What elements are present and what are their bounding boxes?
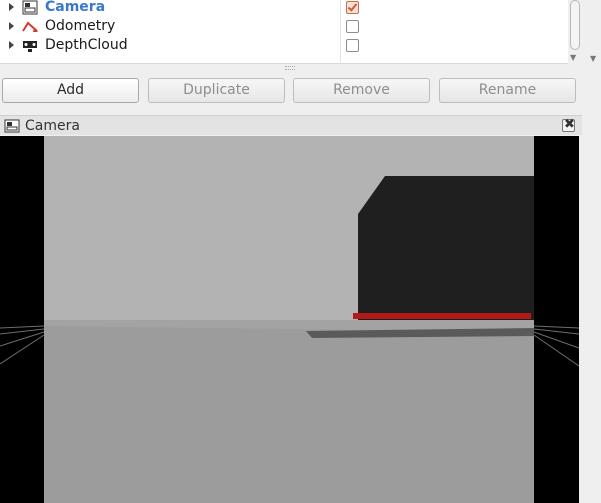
expand-arrow-icon[interactable] <box>9 3 14 11</box>
displays-tree: Camera Odometry DepthCloud <box>0 0 568 64</box>
rename-button[interactable]: Rename <box>439 78 576 103</box>
scrollbar-thumb[interactable] <box>570 0 580 50</box>
rviz-window: Camera Odometry DepthCloud ▼ ▼ Add Dupli… <box>0 0 601 503</box>
display-item-label: DepthCloud <box>45 37 128 53</box>
ground-plane <box>44 320 534 503</box>
tree-vertical-scrollbar[interactable]: ▼ <box>568 0 582 64</box>
duplicate-button[interactable]: Duplicate <box>148 78 285 103</box>
display-item-depthcloud[interactable]: DepthCloud <box>0 36 568 55</box>
expand-arrow-icon[interactable] <box>9 22 14 30</box>
camera-enable-checkbox[interactable] <box>346 1 359 14</box>
expand-arrow-icon[interactable] <box>9 41 14 49</box>
camera-panel-title: Camera <box>25 118 80 134</box>
box-obstacle <box>358 176 534 320</box>
close-panel-button[interactable]: ✖ <box>562 117 575 132</box>
display-item-label: Camera <box>45 0 106 15</box>
close-icon: ✖ <box>564 117 575 132</box>
display-item-label: Odometry <box>45 18 116 34</box>
display-item-camera[interactable]: Camera <box>0 0 568 17</box>
scroll-down-icon[interactable]: ▼ <box>570 53 576 62</box>
panel-scroll-down-icon[interactable]: ▼ <box>590 54 596 63</box>
splitter-handle[interactable] <box>285 66 295 70</box>
dock-right-margin <box>579 136 601 503</box>
depthcloud-icon <box>22 38 38 53</box>
camera-icon <box>22 0 38 15</box>
camera-panel-titlebar: Camera ✖ <box>0 115 582 135</box>
display-item-odometry[interactable]: Odometry <box>0 17 568 36</box>
camera-icon <box>4 119 20 133</box>
odometry-enable-checkbox[interactable] <box>346 20 359 33</box>
depthcloud-enable-checkbox[interactable] <box>346 39 359 52</box>
add-button[interactable]: Add <box>2 78 139 103</box>
odometry-arrow-icon <box>22 19 38 34</box>
checkmark-icon <box>347 1 358 12</box>
remove-button[interactable]: Remove <box>293 78 430 103</box>
laser-scan-points <box>353 313 531 319</box>
camera-viewport[interactable] <box>0 136 579 503</box>
